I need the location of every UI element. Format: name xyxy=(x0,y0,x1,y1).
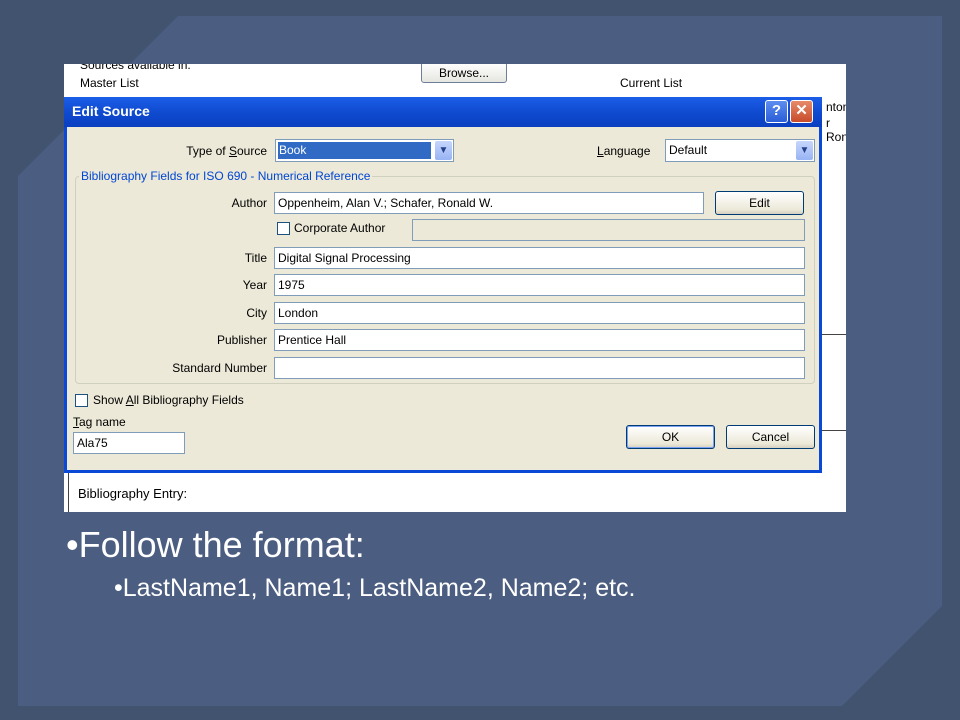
master-list-label: Master List xyxy=(80,76,139,90)
publisher-field[interactable]: Prentice Hall xyxy=(274,329,805,351)
dialog-titlebar[interactable]: Edit Source ? ✕ xyxy=(64,97,822,127)
bullet-format-example: •LastName1, Name1; LastName2, Name2; etc… xyxy=(114,574,636,602)
type-of-source-value: Book xyxy=(278,142,431,159)
background-divider xyxy=(822,430,846,431)
browse-button[interactable]: Browse... xyxy=(421,64,507,83)
year-field[interactable]: 1975 xyxy=(274,274,805,296)
city-label: City xyxy=(246,306,267,320)
current-list-item-partial-2: r Ron xyxy=(826,116,846,144)
dialog-title: Edit Source xyxy=(72,103,150,119)
help-icon[interactable]: ? xyxy=(765,100,788,123)
sources-available-label: Sources available in: xyxy=(80,64,191,72)
standard-number-field[interactable] xyxy=(274,357,805,379)
edit-author-button[interactable]: Edit xyxy=(715,191,804,215)
bibliography-entry-label: Bibliography Entry: xyxy=(78,486,188,501)
standard-number-label: Standard Number xyxy=(172,361,267,375)
current-list-item-partial-1: nton xyxy=(826,100,846,114)
cancel-button[interactable]: Cancel xyxy=(726,425,815,449)
tag-name-field[interactable]: Ala75 xyxy=(73,432,185,454)
edit-source-dialog: Edit Source ? ✕ Type of Source Book ▼ La… xyxy=(64,97,822,473)
chevron-down-icon[interactable]: ▼ xyxy=(796,141,813,160)
language-select[interactable]: Default ▼ xyxy=(665,139,815,162)
author-label: Author xyxy=(231,196,267,210)
ok-button[interactable]: OK xyxy=(626,425,715,449)
bullet-follow-format: •Follow the format: xyxy=(66,524,365,565)
author-field[interactable]: Oppenheim, Alan V.; Schafer, Ronald W. xyxy=(274,192,704,214)
background-divider xyxy=(68,472,69,512)
title-label: Title xyxy=(244,251,267,265)
bibliography-fields-group-title: Bibliography Fields for ISO 690 - Numeri… xyxy=(79,169,373,183)
current-list-label: Current List xyxy=(620,76,683,90)
publisher-label: Publisher xyxy=(216,333,267,347)
year-label: Year xyxy=(242,278,267,292)
city-field[interactable]: London xyxy=(274,302,805,324)
tag-name-label: Tag name xyxy=(73,415,126,429)
screenshot-image: Sources available in: Browse... Master L… xyxy=(64,64,846,512)
corporate-author-label: Corporate Author xyxy=(294,221,386,235)
chevron-down-icon[interactable]: ▼ xyxy=(435,141,452,160)
close-icon[interactable]: ✕ xyxy=(790,100,813,123)
corporate-author-checkbox[interactable] xyxy=(277,222,290,235)
language-label: Language xyxy=(597,144,651,158)
type-of-source-label: Type of Source xyxy=(186,144,267,158)
title-field[interactable]: Digital Signal Processing xyxy=(274,247,805,269)
type-of-source-select[interactable]: Book ▼ xyxy=(275,139,454,162)
corporate-author-field[interactable] xyxy=(412,219,805,241)
show-all-fields-checkbox[interactable] xyxy=(75,394,88,407)
background-divider xyxy=(822,334,846,335)
language-value: Default xyxy=(669,143,708,157)
show-all-fields-label: Show All Bibliography Fields xyxy=(93,393,244,407)
